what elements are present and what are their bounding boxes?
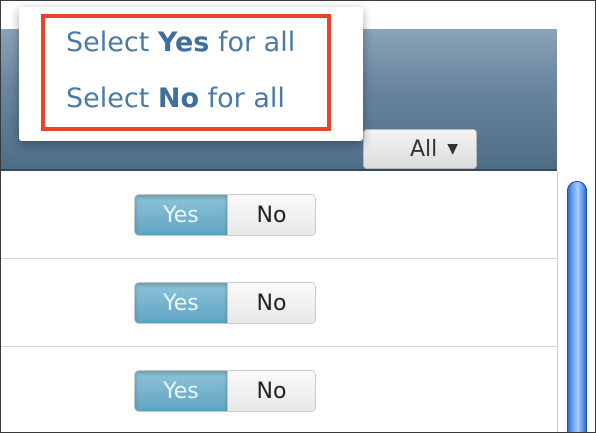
table-row: Yes No xyxy=(1,171,557,259)
yes-button[interactable]: Yes xyxy=(135,371,227,411)
yes-button[interactable]: Yes xyxy=(135,195,227,235)
table-row: Yes No xyxy=(1,347,557,432)
yes-no-toggle: Yes No xyxy=(135,195,315,235)
table-row: Yes No xyxy=(1,259,557,347)
no-button[interactable]: No xyxy=(227,283,315,323)
scrollbar-thumb[interactable] xyxy=(567,181,587,432)
all-dropdown-button[interactable]: All ▼ xyxy=(363,129,477,169)
highlight-box xyxy=(41,14,331,131)
app-frame: All ▼ Select Yes for all Select No for a… xyxy=(0,0,596,433)
yes-button[interactable]: Yes xyxy=(135,283,227,323)
vertical-scrollbar[interactable] xyxy=(557,171,595,432)
caret-down-icon: ▼ xyxy=(447,141,458,157)
yes-no-toggle: Yes No xyxy=(135,371,315,411)
yes-no-toggle: Yes No xyxy=(135,283,315,323)
toggle-rows: Yes No Yes No Yes No xyxy=(1,171,557,432)
no-button[interactable]: No xyxy=(227,195,315,235)
all-button-label: All xyxy=(409,136,438,162)
no-button[interactable]: No xyxy=(227,371,315,411)
